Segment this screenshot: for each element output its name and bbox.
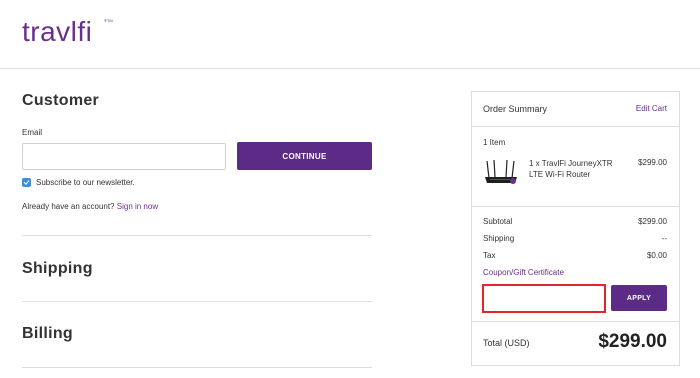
summary-divider (472, 206, 679, 207)
apply-coupon-button[interactable]: APPLY (611, 285, 667, 311)
subtotal-value: $299.00 (638, 217, 667, 226)
site-header: travlfi ®TM (0, 0, 700, 69)
customer-section-title: Customer (22, 92, 100, 109)
coupon-code-input[interactable] (482, 284, 606, 313)
email-field[interactable] (22, 143, 226, 170)
subtotal-label: Subtotal (483, 217, 513, 226)
shipping-label: Shipping (483, 234, 515, 243)
product-name: 1 x TravlFi JourneyXTR LTE Wi-Fi Router (529, 159, 613, 179)
newsletter-subscribe[interactable]: Subscribe to our newsletter. (22, 177, 135, 188)
newsletter-checkbox[interactable] (22, 178, 31, 187)
newsletter-label: Subscribe to our newsletter. (36, 178, 135, 187)
logo-text: travlfi (22, 16, 93, 47)
order-summary-title: Order Summary (483, 104, 548, 114)
sign-in-link[interactable]: Sign in now (117, 202, 158, 211)
email-label: Email (22, 128, 43, 137)
section-divider (22, 301, 372, 302)
logo-trademark: ®TM (104, 18, 113, 23)
checkmark-icon (23, 180, 30, 185)
product-image (482, 158, 520, 188)
tax-value: $0.00 (646, 251, 667, 260)
shipping-section-title[interactable]: Shipping (22, 260, 93, 278)
continue-button[interactable]: CONTINUE (237, 142, 372, 170)
product-price: $299.00 (638, 158, 667, 167)
router-icon (485, 159, 517, 184)
order-summary-panel: Order Summary Edit Cart 1 Item 1 x Travl… (471, 91, 680, 366)
billing-section-title[interactable]: Billing (22, 325, 73, 343)
edit-cart-link[interactable]: Edit Cart (636, 104, 667, 113)
section-divider (22, 367, 372, 368)
order-summary-header: Order Summary Edit Cart (472, 92, 679, 127)
section-divider (22, 235, 372, 236)
coupon-gift-certificate-link[interactable]: Coupon/Gift Certificate (483, 268, 564, 277)
summary-divider (472, 321, 679, 322)
total-value: $299.00 (598, 331, 667, 352)
shipping-value: -- (661, 234, 667, 243)
tax-label: Tax (483, 251, 496, 260)
account-prompt-row: Already have an account? Sign in now (22, 202, 158, 211)
account-prompt-text: Already have an account? (22, 202, 115, 211)
items-count: 1 Item (483, 138, 506, 147)
total-label: Total (USD) (483, 338, 530, 348)
